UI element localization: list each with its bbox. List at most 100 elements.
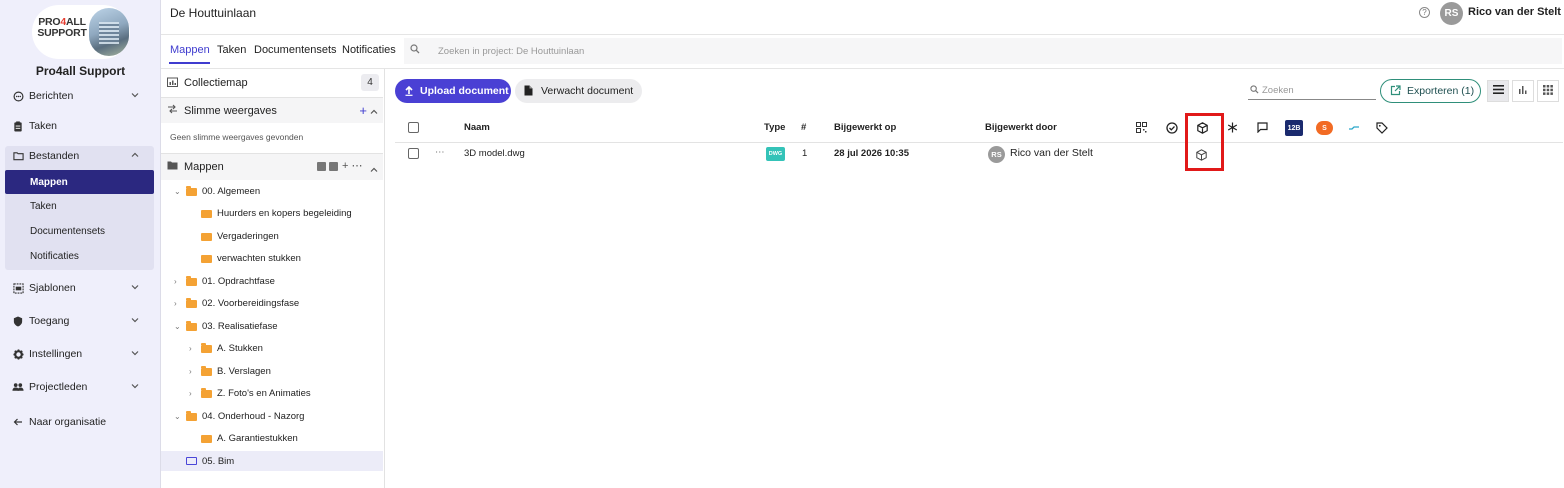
folder-row[interactable]: Huurders en kopers begeleiding [161, 203, 383, 223]
chevron-down-icon[interactable] [131, 282, 139, 292]
user-name[interactable]: Rico van der Stelt [1468, 6, 1561, 18]
subnav-documentensets[interactable]: Documentensets [5, 219, 154, 243]
folders-header[interactable]: Mappen + ⋯ [161, 154, 383, 180]
bar-chart-icon [1518, 85, 1528, 97]
collectiemap-count: 4 [361, 74, 379, 91]
user-avatar[interactable]: RS [1440, 2, 1463, 25]
nav-item-berichten[interactable]: Berichten [12, 86, 152, 106]
nav-item-projectleden[interactable]: Projectleden [12, 377, 152, 397]
chevron-down-icon[interactable] [131, 348, 139, 358]
chevron-down-icon[interactable]: ⌄ [174, 412, 182, 421]
row-checkbox[interactable] [408, 148, 419, 159]
folder-icon [12, 150, 24, 162]
file-updated-by: Rico van der Stelt [1010, 147, 1093, 159]
smart-views-header[interactable]: Slimme weergaves + [161, 98, 383, 123]
12build-icon[interactable]: 12B [1285, 120, 1303, 136]
chevron-down-icon[interactable] [131, 90, 139, 100]
chevron-right-icon[interactable]: › [174, 277, 182, 286]
chevron-right-icon[interactable]: › [189, 344, 197, 353]
expected-document-button[interactable]: Verwacht document [515, 79, 642, 103]
folder-row[interactable]: A. Garantiestukken [161, 428, 383, 448]
folder-row[interactable]: › 01. Opdrachtfase [161, 271, 383, 291]
project-title: De Houttuinlaan [170, 6, 257, 20]
folder-row[interactable]: › B. Verslagen [161, 361, 383, 381]
chevron-right-icon[interactable]: › [174, 299, 182, 308]
column-header-updated-by[interactable]: Bijgewerkt door [985, 122, 1057, 133]
chevron-right-icon[interactable]: › [189, 367, 197, 376]
snag-icon[interactable]: S [1316, 121, 1333, 135]
column-header-naam[interactable]: Naam [464, 122, 490, 133]
chevron-down-icon[interactable] [131, 381, 139, 391]
subnav-taken[interactable]: Taken [5, 194, 154, 218]
tab-documentensets[interactable]: Documentensets [254, 44, 337, 56]
folder-icon [201, 343, 212, 353]
nav-item-sjablonen[interactable]: Sjablonen [12, 278, 152, 298]
expected-label: Verwacht document [541, 85, 634, 97]
collectiemap-item[interactable]: Collectiemap 4 [161, 71, 383, 95]
file-name[interactable]: 3D model.dwg [464, 148, 525, 159]
nav-label: Bestanden [29, 150, 80, 162]
column-header-updated-on[interactable]: Bijgewerkt op [834, 122, 896, 133]
collectiemap-label: Collectiemap [184, 77, 248, 89]
row-more-button[interactable]: ⋯ [435, 147, 445, 158]
chevron-down-icon[interactable]: ⌄ [174, 187, 182, 196]
folder-row-selected[interactable]: 05. Bim [161, 451, 383, 471]
nav-item-toegang[interactable]: Toegang [12, 311, 152, 331]
add-smart-view-button[interactable]: + [359, 103, 367, 118]
table-search-input[interactable]: Zoeken [1248, 82, 1376, 100]
document-icon [524, 85, 533, 99]
folder-label: 04. Onderhoud - Nazorg [202, 410, 305, 422]
subnav-mappen[interactable]: Mappen [5, 170, 154, 194]
snowflake-icon[interactable] [1226, 121, 1239, 134]
folder-label: Z. Foto's en Animaties [217, 387, 311, 399]
select-all-checkbox[interactable] [408, 122, 419, 133]
nav-item-instellingen[interactable]: Instellingen [12, 344, 152, 364]
column-header-type[interactable]: Type [764, 122, 785, 133]
folder-icon [186, 298, 197, 308]
expand-all-icon[interactable] [317, 162, 326, 171]
organization-logo[interactable]: PRO4ALL SUPPORT [32, 5, 130, 59]
folder-row[interactable]: › Z. Foto's en Animaties [161, 383, 383, 403]
folder-row[interactable]: ⌄ 03. Realisatiefase [161, 316, 383, 336]
project-search-input[interactable]: Zoeken in project: De Houttuinlaan [404, 38, 1562, 64]
tab-notificaties[interactable]: Notificaties [342, 44, 396, 56]
folder-row[interactable]: › A. Stukken [161, 338, 383, 358]
folder-row[interactable]: Vergaderingen [161, 226, 383, 246]
qr-code-icon[interactable] [1135, 121, 1148, 134]
comment-icon[interactable] [1256, 121, 1269, 134]
nav-item-taken[interactable]: Taken [12, 116, 152, 136]
folder-row[interactable]: › 02. Voorbereidingsfase [161, 293, 383, 313]
help-icon[interactable]: ? [1419, 7, 1430, 18]
folder-row[interactable]: verwachten stukken [161, 248, 383, 268]
people-icon [12, 381, 24, 393]
column-header-version[interactable]: # [801, 122, 806, 133]
subnav-notificaties[interactable]: Notificaties [5, 244, 154, 268]
chevron-down-icon[interactable] [131, 315, 139, 325]
folder-row[interactable]: ⌄ 00. Algemeen [161, 181, 383, 201]
chevron-right-icon[interactable]: › [189, 389, 197, 398]
upload-document-button[interactable]: Upload document [395, 79, 511, 103]
chevron-up-icon[interactable] [370, 164, 378, 176]
export-icon [1390, 85, 1401, 99]
shield-icon [12, 315, 24, 327]
chevron-up-icon[interactable] [131, 150, 139, 160]
chat-icon [12, 90, 24, 102]
tag-icon[interactable] [1375, 121, 1388, 134]
collapse-all-icon[interactable] [329, 162, 338, 171]
grid-view-button[interactable] [1537, 80, 1559, 102]
tab-mappen[interactable]: Mappen [170, 44, 210, 56]
chevron-down-icon[interactable]: ⌄ [174, 322, 182, 331]
nav-item-bestanden[interactable]: Bestanden [12, 146, 152, 166]
export-button[interactable]: Exporteren (1) [1380, 79, 1481, 103]
folder-actions[interactable]: + ⋯ [342, 159, 362, 172]
folder-row[interactable]: ⌄ 04. Onderhoud - Nazorg [161, 406, 383, 426]
chevron-up-icon[interactable] [370, 106, 378, 118]
check-circle-icon[interactable] [1165, 121, 1178, 134]
nav-item-naar-organisatie[interactable]: Naar organisatie [12, 412, 152, 432]
list-view-button[interactable] [1487, 80, 1509, 102]
template-icon [12, 282, 24, 294]
chart-view-button[interactable] [1512, 80, 1534, 102]
file-version: 1 [802, 148, 808, 159]
tab-taken[interactable]: Taken [217, 44, 246, 56]
wave-icon[interactable] [1347, 121, 1360, 134]
